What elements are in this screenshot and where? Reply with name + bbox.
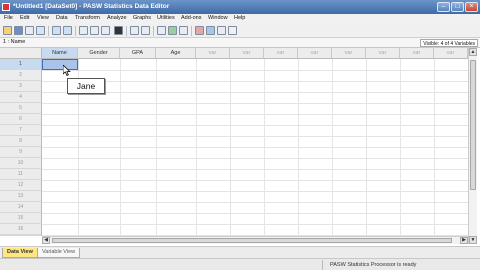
- column-header-var[interactable]: var: [196, 48, 230, 59]
- status-bar: PASW Statistics Processor is ready: [0, 258, 480, 270]
- menu-help[interactable]: Help: [234, 15, 245, 21]
- menu-window[interactable]: Window: [208, 15, 228, 21]
- vertical-scrollbar[interactable]: ▲ ▼: [468, 48, 477, 244]
- row-header[interactable]: 12: [0, 180, 42, 191]
- title-bar: *Untitled1 [DataSet0] - PASW Statistics …: [0, 0, 480, 14]
- insert-cases-icon[interactable]: [130, 26, 139, 35]
- vertical-scroll-thumb[interactable]: [470, 60, 476, 190]
- horizontal-scrollbar[interactable]: ◀ ▶: [42, 236, 468, 244]
- row-header[interactable]: 11: [0, 169, 42, 180]
- tab-variable-view[interactable]: Variable View: [37, 248, 81, 258]
- menu-add-ons[interactable]: Add-ons: [181, 15, 202, 21]
- row-header[interactable]: 13: [0, 191, 42, 202]
- menu-utilities[interactable]: Utilities: [157, 15, 175, 21]
- row-header[interactable]: 7: [0, 125, 42, 136]
- status-text: PASW Statistics Processor is ready: [330, 262, 417, 268]
- row-header[interactable]: 6: [0, 114, 42, 125]
- row-header[interactable]: 8: [0, 136, 42, 147]
- menu-view[interactable]: View: [37, 15, 49, 21]
- visible-variables-indicator: Visible: 4 of 4 Variables: [420, 39, 478, 47]
- spss-app-icon: [2, 3, 10, 11]
- row-header[interactable]: 14: [0, 202, 42, 213]
- select-cases-icon[interactable]: [179, 26, 188, 35]
- row-header[interactable]: 5: [0, 103, 42, 114]
- weight-cases-icon[interactable]: [168, 26, 177, 35]
- menu-file[interactable]: File: [4, 15, 13, 21]
- column-header-age[interactable]: Age: [156, 48, 196, 59]
- menu-transform[interactable]: Transform: [75, 15, 100, 21]
- row-header[interactable]: 1: [0, 59, 42, 70]
- column-header-var[interactable]: var: [264, 48, 298, 59]
- mouse-cursor-icon: [63, 65, 71, 76]
- redo-icon[interactable]: [63, 26, 72, 35]
- cell-tooltip: Jane: [67, 78, 105, 94]
- cell-reference: 1 : Name: [3, 39, 26, 45]
- row-header[interactable]: 17: [0, 235, 42, 236]
- row-header[interactable]: 3: [0, 81, 42, 92]
- use-sets-icon[interactable]: [206, 26, 215, 35]
- row-header[interactable]: 16: [0, 224, 42, 235]
- column-header-var[interactable]: var: [332, 48, 366, 59]
- menu-edit[interactable]: Edit: [20, 15, 29, 21]
- menu-graphs[interactable]: Graphs: [133, 15, 151, 21]
- toolbar: [0, 24, 480, 38]
- undo-icon[interactable]: [52, 26, 61, 35]
- row-header[interactable]: 9: [0, 147, 42, 158]
- window-title: *Untitled1 [DataSet0] - PASW Statistics …: [13, 3, 170, 10]
- column-header-var[interactable]: var: [298, 48, 332, 59]
- column-header-var[interactable]: var: [366, 48, 400, 59]
- dialog-recall-icon[interactable]: [36, 26, 45, 35]
- scroll-right-arrow-icon[interactable]: ▶: [460, 237, 468, 244]
- row-header[interactable]: 4: [0, 92, 42, 103]
- column-header-var[interactable]: var: [230, 48, 264, 59]
- insert-variable-icon[interactable]: [141, 26, 150, 35]
- horizontal-scroll-thumb[interactable]: [52, 238, 452, 243]
- save-icon[interactable]: [14, 26, 23, 35]
- show-all-variables-icon[interactable]: [217, 26, 226, 35]
- goto-case-icon[interactable]: [79, 26, 88, 35]
- close-button[interactable]: ×: [465, 2, 478, 12]
- goto-variable-icon[interactable]: [90, 26, 99, 35]
- row-header[interactable]: 15: [0, 213, 42, 224]
- column-header-gpa[interactable]: GPA: [120, 48, 156, 59]
- column-header-var[interactable]: var: [400, 48, 434, 59]
- cell-info-bar: 1 : Name Visible: 4 of 4 Variables: [0, 38, 480, 48]
- menu-analyze[interactable]: Analyze: [107, 15, 127, 21]
- view-tabs: Data View Variable View: [0, 246, 480, 258]
- selected-cell[interactable]: [42, 59, 78, 70]
- scroll-up-arrow-icon[interactable]: ▲: [469, 48, 477, 56]
- scroll-left-arrow-icon[interactable]: ◀: [42, 237, 50, 244]
- row-header[interactable]: 2: [0, 70, 42, 81]
- spelling-icon[interactable]: [228, 26, 237, 35]
- print-icon[interactable]: [25, 26, 34, 35]
- scroll-down-arrow-icon[interactable]: ▼: [469, 236, 477, 244]
- minimize-button[interactable]: –: [437, 2, 450, 12]
- column-header-var[interactable]: var: [434, 48, 468, 59]
- find-icon[interactable]: [114, 26, 123, 35]
- column-header-name[interactable]: Name: [42, 48, 78, 59]
- open-icon[interactable]: [3, 26, 12, 35]
- maximize-button[interactable]: □: [451, 2, 464, 12]
- menu-bar: File Edit View Data Transform Analyze Gr…: [0, 14, 480, 24]
- grid-corner[interactable]: [0, 48, 42, 59]
- variables-icon[interactable]: [101, 26, 110, 35]
- tab-data-view[interactable]: Data View: [2, 248, 38, 258]
- row-header[interactable]: 10: [0, 158, 42, 169]
- menu-data[interactable]: Data: [56, 15, 68, 21]
- split-file-icon[interactable]: [157, 26, 166, 35]
- value-labels-icon[interactable]: [195, 26, 204, 35]
- data-grid: Name Gender GPA Age var var var var var …: [0, 48, 470, 236]
- column-header-gender[interactable]: Gender: [78, 48, 120, 59]
